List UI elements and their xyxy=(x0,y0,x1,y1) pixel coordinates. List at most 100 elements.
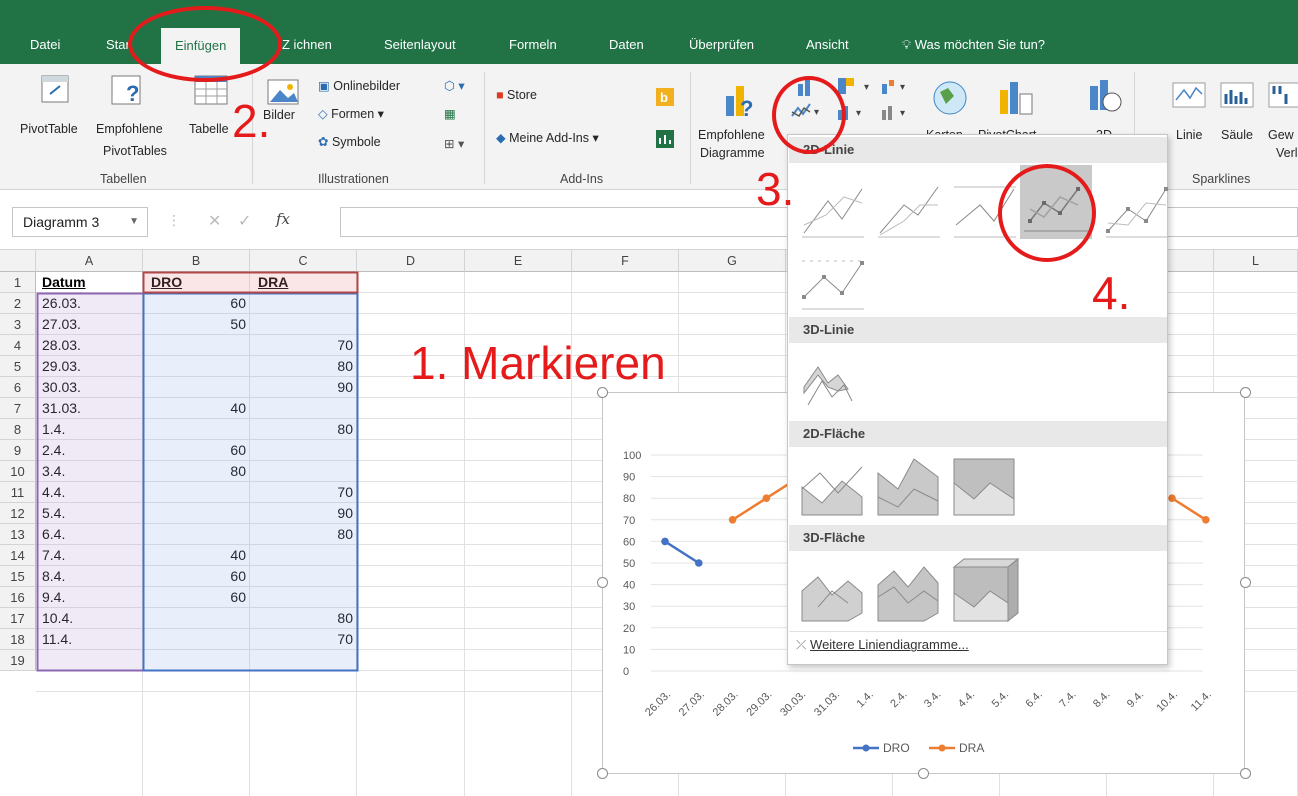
divider xyxy=(789,631,1167,632)
recommended-charts-icon: ? xyxy=(726,86,753,120)
x-tick-label: 11.4. xyxy=(1189,689,1214,714)
tell-me-search[interactable]: 💡︎ Was möchten Sie tun? xyxy=(902,37,1045,53)
3d-stacked-area-option[interactable] xyxy=(874,557,944,625)
map-chart-icon[interactable] xyxy=(930,78,970,118)
tab-ansicht[interactable]: Ansicht xyxy=(806,37,849,52)
function-icon[interactable]: fx xyxy=(276,210,290,228)
x-tick-label: 27.03. xyxy=(677,689,707,719)
x-tick-label: 8.4. xyxy=(1091,689,1112,710)
tab-formeln[interactable]: Formeln xyxy=(509,37,557,52)
more-icon: ⋮ xyxy=(167,212,181,228)
3d-area-option[interactable] xyxy=(798,557,868,625)
tell-me-label: Was möchten Sie tun? xyxy=(914,37,1046,52)
x-tick-label: 3.4. xyxy=(922,689,943,710)
tab-zeichnen[interactable]: Z ichnen xyxy=(282,37,332,52)
3d-line-option[interactable] xyxy=(798,347,868,415)
sparkline-line-button[interactable]: Linie xyxy=(1176,128,1202,142)
online-pictures-button[interactable]: ▣ Onlinebilder xyxy=(318,78,400,93)
screenshot-icon[interactable]: ⊞ ▾ xyxy=(444,136,464,151)
tab-ueberpruefen[interactable]: Überprüfen xyxy=(689,37,754,52)
sparkline-column-icon xyxy=(1220,82,1254,108)
table-button[interactable]: Tabelle xyxy=(189,122,229,136)
tab-daten[interactable]: Daten xyxy=(609,37,644,52)
name-box-value: Diagramm 3 xyxy=(23,214,100,230)
pictures-icon xyxy=(267,79,299,105)
confirm-icon[interactable]: ✓ xyxy=(238,211,251,231)
more-line-charts-link[interactable]: ⤫ Weitere Liniendiagramme... xyxy=(796,637,969,653)
chevron-down-icon: ▼ xyxy=(129,216,139,227)
x-tick-label: 10.4. xyxy=(1154,689,1180,715)
smartart-icon[interactable]: ▦ xyxy=(444,106,456,121)
sparkline-winloss-label2: Verl xyxy=(1276,146,1298,160)
100-stacked-line-markers-option[interactable] xyxy=(798,247,868,315)
waterfall-chart-icon[interactable]: ▾ xyxy=(880,76,910,98)
shapes-icon: ◇ xyxy=(318,107,332,121)
resize-handle[interactable] xyxy=(597,768,608,779)
bing-icon[interactable]: b xyxy=(656,88,674,106)
line-chart-dropdown: 2D-Linie 3D-Linie 2D-Fläche 3D-Fläche ⤫ … xyxy=(787,134,1168,665)
group-illustrationen: Illustrationen xyxy=(318,172,389,186)
ribbon-separator xyxy=(484,72,485,184)
recommended-pivottables-button[interactable]: Empfohlene xyxy=(96,122,163,136)
section-3d-flaeche: 3D-Fläche xyxy=(789,525,1167,551)
svg-text:▾: ▾ xyxy=(900,82,905,93)
group-tabellen: Tabellen xyxy=(100,172,147,186)
pivotchart-icon[interactable] xyxy=(996,80,1036,116)
online-pictures-icon: ▣ xyxy=(318,79,334,93)
x-tick-label: 4.4. xyxy=(956,689,977,710)
resize-handle[interactable] xyxy=(918,768,929,779)
store-button[interactable]: ■ Store xyxy=(496,88,537,102)
svg-text:b: b xyxy=(660,90,668,105)
svg-text:▾: ▾ xyxy=(856,108,861,119)
sparkline-winloss-button[interactable]: Gew xyxy=(1268,128,1294,142)
3d-100-stacked-area-option[interactable] xyxy=(950,557,1020,625)
recommended-charts-button[interactable]: Empfohlene xyxy=(698,128,765,142)
my-addins-button[interactable]: ◆ Meine Add-Ins ▾ xyxy=(496,130,599,145)
cancel-icon[interactable]: ✕ xyxy=(208,211,221,231)
x-tick-label: 31.03. xyxy=(812,689,842,719)
people-graph-icon[interactable] xyxy=(656,130,674,148)
stacked-line-option[interactable] xyxy=(874,175,944,243)
my-addins-label: Meine Add-Ins xyxy=(509,131,590,145)
line-chart-option[interactable] xyxy=(798,175,868,243)
3d-map-icon[interactable] xyxy=(1086,78,1126,118)
sparkline-line-icon xyxy=(1172,82,1206,108)
store-icon: ■ xyxy=(496,88,508,102)
legend-marker-DRO xyxy=(862,744,870,752)
line-chart-icon: ⤫ xyxy=(796,637,807,652)
x-tick-label: 26.03. xyxy=(643,689,673,719)
stacked-area-option[interactable] xyxy=(874,453,944,521)
resize-handle[interactable] xyxy=(597,577,608,588)
y-tick-label: 30 xyxy=(623,601,635,613)
group-addins: Add-Ins xyxy=(560,172,604,186)
y-tick-label: 40 xyxy=(623,580,635,592)
tab-datei[interactable]: Datei xyxy=(30,37,60,52)
section-2d-linie: 2D-Linie xyxy=(789,137,1167,163)
tab-seitenlayout[interactable]: Seitenlayout xyxy=(384,37,456,52)
resize-handle[interactable] xyxy=(1240,768,1251,779)
3d-models-icon[interactable]: ⬡ ▾ xyxy=(444,78,465,93)
sparkline-winloss-icon xyxy=(1268,82,1298,108)
sparkline-column-button[interactable]: Säule xyxy=(1221,128,1253,142)
series-line-DRA xyxy=(731,497,768,521)
y-tick-label: 80 xyxy=(623,493,635,505)
stacked-line-markers-option[interactable] xyxy=(1102,175,1172,243)
symbols-button[interactable]: ✿ Symbole xyxy=(318,134,381,149)
shapes-button[interactable]: ◇ Formen ▾ xyxy=(318,106,384,121)
hierarchy-chart-icon[interactable]: ▾ xyxy=(836,76,876,98)
x-tick-label: 5.4. xyxy=(990,689,1011,710)
x-tick-label: 7.4. xyxy=(1057,689,1078,710)
combo-chart-icon[interactable]: ▾ xyxy=(880,102,910,124)
area-option[interactable] xyxy=(798,453,868,521)
legend-label: DRO xyxy=(883,741,910,755)
pivottable-button[interactable]: PivotTable xyxy=(20,122,78,136)
resize-handle[interactable] xyxy=(1240,577,1251,588)
recommended-pivot-icon: ? xyxy=(111,75,141,106)
tab-start[interactable]: Star xyxy=(106,37,130,52)
resize-handle[interactable] xyxy=(1240,387,1251,398)
name-box[interactable]: Diagramm 3 ▼ xyxy=(12,207,148,237)
100-stacked-area-option[interactable] xyxy=(950,453,1020,521)
y-tick-label: 0 xyxy=(623,666,629,678)
y-tick-label: 100 xyxy=(623,450,641,462)
online-pictures-label: Onlinebilder xyxy=(333,79,401,93)
